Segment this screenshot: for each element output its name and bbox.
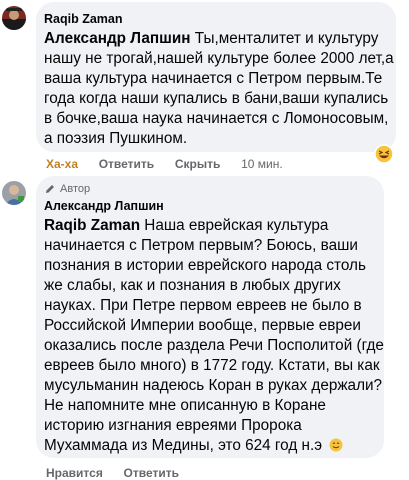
avatar-raqib[interactable] <box>2 6 26 30</box>
comment-author[interactable]: Александр Лапшин <box>44 199 164 213</box>
comment-author[interactable]: Raqib Zaman <box>44 12 123 26</box>
comment-text: Александр Лапшин Ты,менталитет и культур… <box>44 30 394 147</box>
hide-button[interactable]: Скрыть <box>175 157 221 171</box>
mention-link[interactable]: Александр Лапшин <box>44 30 191 47</box>
author-badge: Автор <box>44 183 90 195</box>
comment-actions: Нравится Ответить <box>46 466 179 480</box>
reply-button[interactable]: Ответить <box>99 157 154 171</box>
mention-link[interactable]: Raqib Zaman <box>44 217 140 234</box>
avatar-alexandr[interactable] <box>2 181 26 205</box>
smiling-emoji-icon <box>329 438 343 452</box>
timestamp[interactable]: 10 мин. <box>241 157 283 171</box>
pencil-icon <box>44 183 56 195</box>
comment-text: Raqib Zaman Наша еврейская культура начи… <box>44 217 384 454</box>
reaction-haha-button[interactable]: Ха-ха <box>46 157 78 171</box>
comment-actions: Ха-ха Ответить Скрыть 10 мин. <box>46 157 283 171</box>
laughing-emoji-icon[interactable] <box>374 144 394 164</box>
reply-button[interactable]: Ответить <box>124 466 179 480</box>
like-button[interactable]: Нравится <box>46 466 103 480</box>
